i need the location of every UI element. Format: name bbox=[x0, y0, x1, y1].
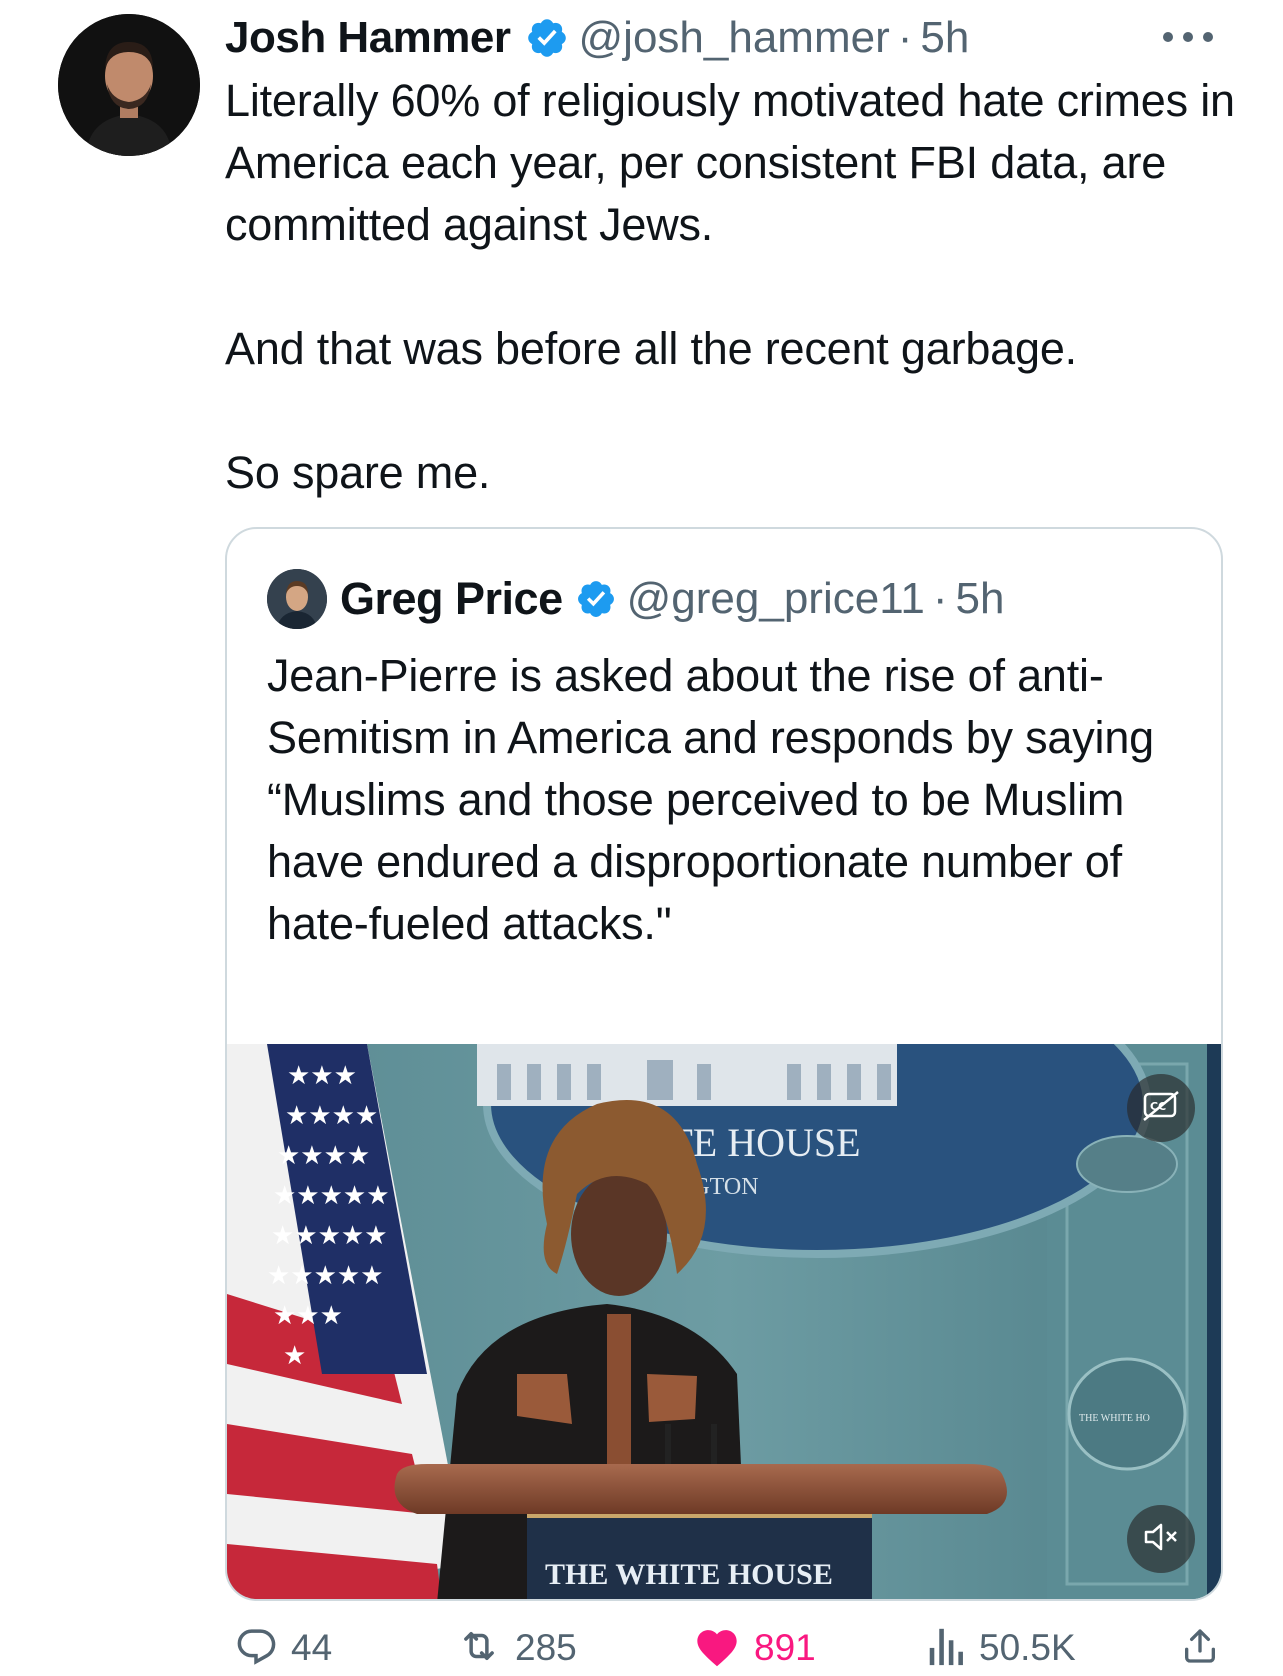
reply-button[interactable]: 44 bbox=[235, 1620, 332, 1676]
like-button[interactable]: 891 bbox=[694, 1620, 816, 1676]
repost-icon bbox=[457, 1625, 501, 1672]
separator-dot: · bbox=[897, 13, 913, 62]
quoted-tweet-text: Jean-Pierre is asked about the rise of a… bbox=[267, 650, 1155, 949]
share-button[interactable] bbox=[1180, 1620, 1220, 1676]
svg-text:★★★★★: ★★★★★ bbox=[271, 1221, 388, 1251]
views-icon bbox=[925, 1625, 965, 1672]
quoted-tweet-header: Greg Price @greg_price11 · 5h bbox=[340, 567, 1004, 631]
svg-text:★★★★: ★★★★ bbox=[285, 1101, 378, 1131]
podium-text: THE WHITE HOUSE bbox=[545, 1558, 833, 1591]
tweet-text: Literally 60% of religiously motivated h… bbox=[225, 75, 1235, 498]
svg-text:★★★★★: ★★★★★ bbox=[267, 1261, 384, 1291]
video-frame: ITE HOUSE INGTON THE WHITE HO ★★★★★★★ ★★… bbox=[227, 1044, 1221, 1599]
author-handle[interactable]: @josh_hammer bbox=[579, 13, 890, 63]
svg-text:★★★★★: ★★★★★ bbox=[273, 1181, 390, 1211]
video-player[interactable]: ITE HOUSE INGTON THE WHITE HO ★★★ ★★★★ ★★… bbox=[227, 1044, 1221, 1599]
reply-count: 44 bbox=[291, 1627, 333, 1668]
view-count: 50.5K bbox=[979, 1627, 1076, 1668]
quoted-author-display-name[interactable]: Greg Price bbox=[340, 573, 563, 625]
repost-button[interactable]: 285 bbox=[457, 1620, 577, 1676]
quoted-tweet-time[interactable]: 5h bbox=[956, 574, 1005, 624]
tweet-actions: 44 285 891 50.5K bbox=[225, 1620, 1225, 1676]
like-icon bbox=[694, 1625, 740, 1672]
mute-icon bbox=[1142, 1521, 1180, 1558]
more-icon[interactable] bbox=[1159, 22, 1217, 52]
separator-dot: · bbox=[932, 574, 948, 623]
captions-icon: CC bbox=[1142, 1090, 1180, 1127]
side-seal-text: THE WHITE HO bbox=[1079, 1413, 1150, 1424]
author-display-name[interactable]: Josh Hammer bbox=[225, 13, 511, 63]
quoted-tweet-card[interactable]: Greg Price @greg_price11 · 5h Jean-Pierr… bbox=[225, 527, 1223, 1601]
share-icon bbox=[1180, 1625, 1220, 1672]
tweet-header: Josh Hammer @josh_hammer · 5h bbox=[225, 8, 1225, 68]
verified-badge-icon bbox=[575, 578, 617, 620]
like-count: 891 bbox=[754, 1627, 816, 1668]
svg-text:★★★: ★★★ bbox=[273, 1301, 343, 1331]
svg-text:★★★★: ★★★★ bbox=[277, 1141, 370, 1171]
quoted-author-avatar[interactable] bbox=[267, 569, 327, 629]
svg-text:CC: CC bbox=[1150, 1100, 1166, 1113]
tweet-time[interactable]: 5h bbox=[920, 13, 969, 63]
mute-button[interactable] bbox=[1127, 1505, 1195, 1573]
svg-text:★★★: ★★★ bbox=[287, 1061, 357, 1091]
views-button[interactable]: 50.5K bbox=[925, 1620, 1076, 1676]
captions-button[interactable]: CC bbox=[1127, 1074, 1195, 1142]
reply-icon bbox=[235, 1625, 277, 1672]
svg-text:★: ★ bbox=[283, 1341, 306, 1371]
repost-count: 285 bbox=[515, 1627, 577, 1668]
author-avatar[interactable] bbox=[58, 14, 200, 156]
verified-badge-icon bbox=[525, 16, 569, 60]
quoted-author-handle[interactable]: @greg_price11 bbox=[627, 574, 925, 624]
